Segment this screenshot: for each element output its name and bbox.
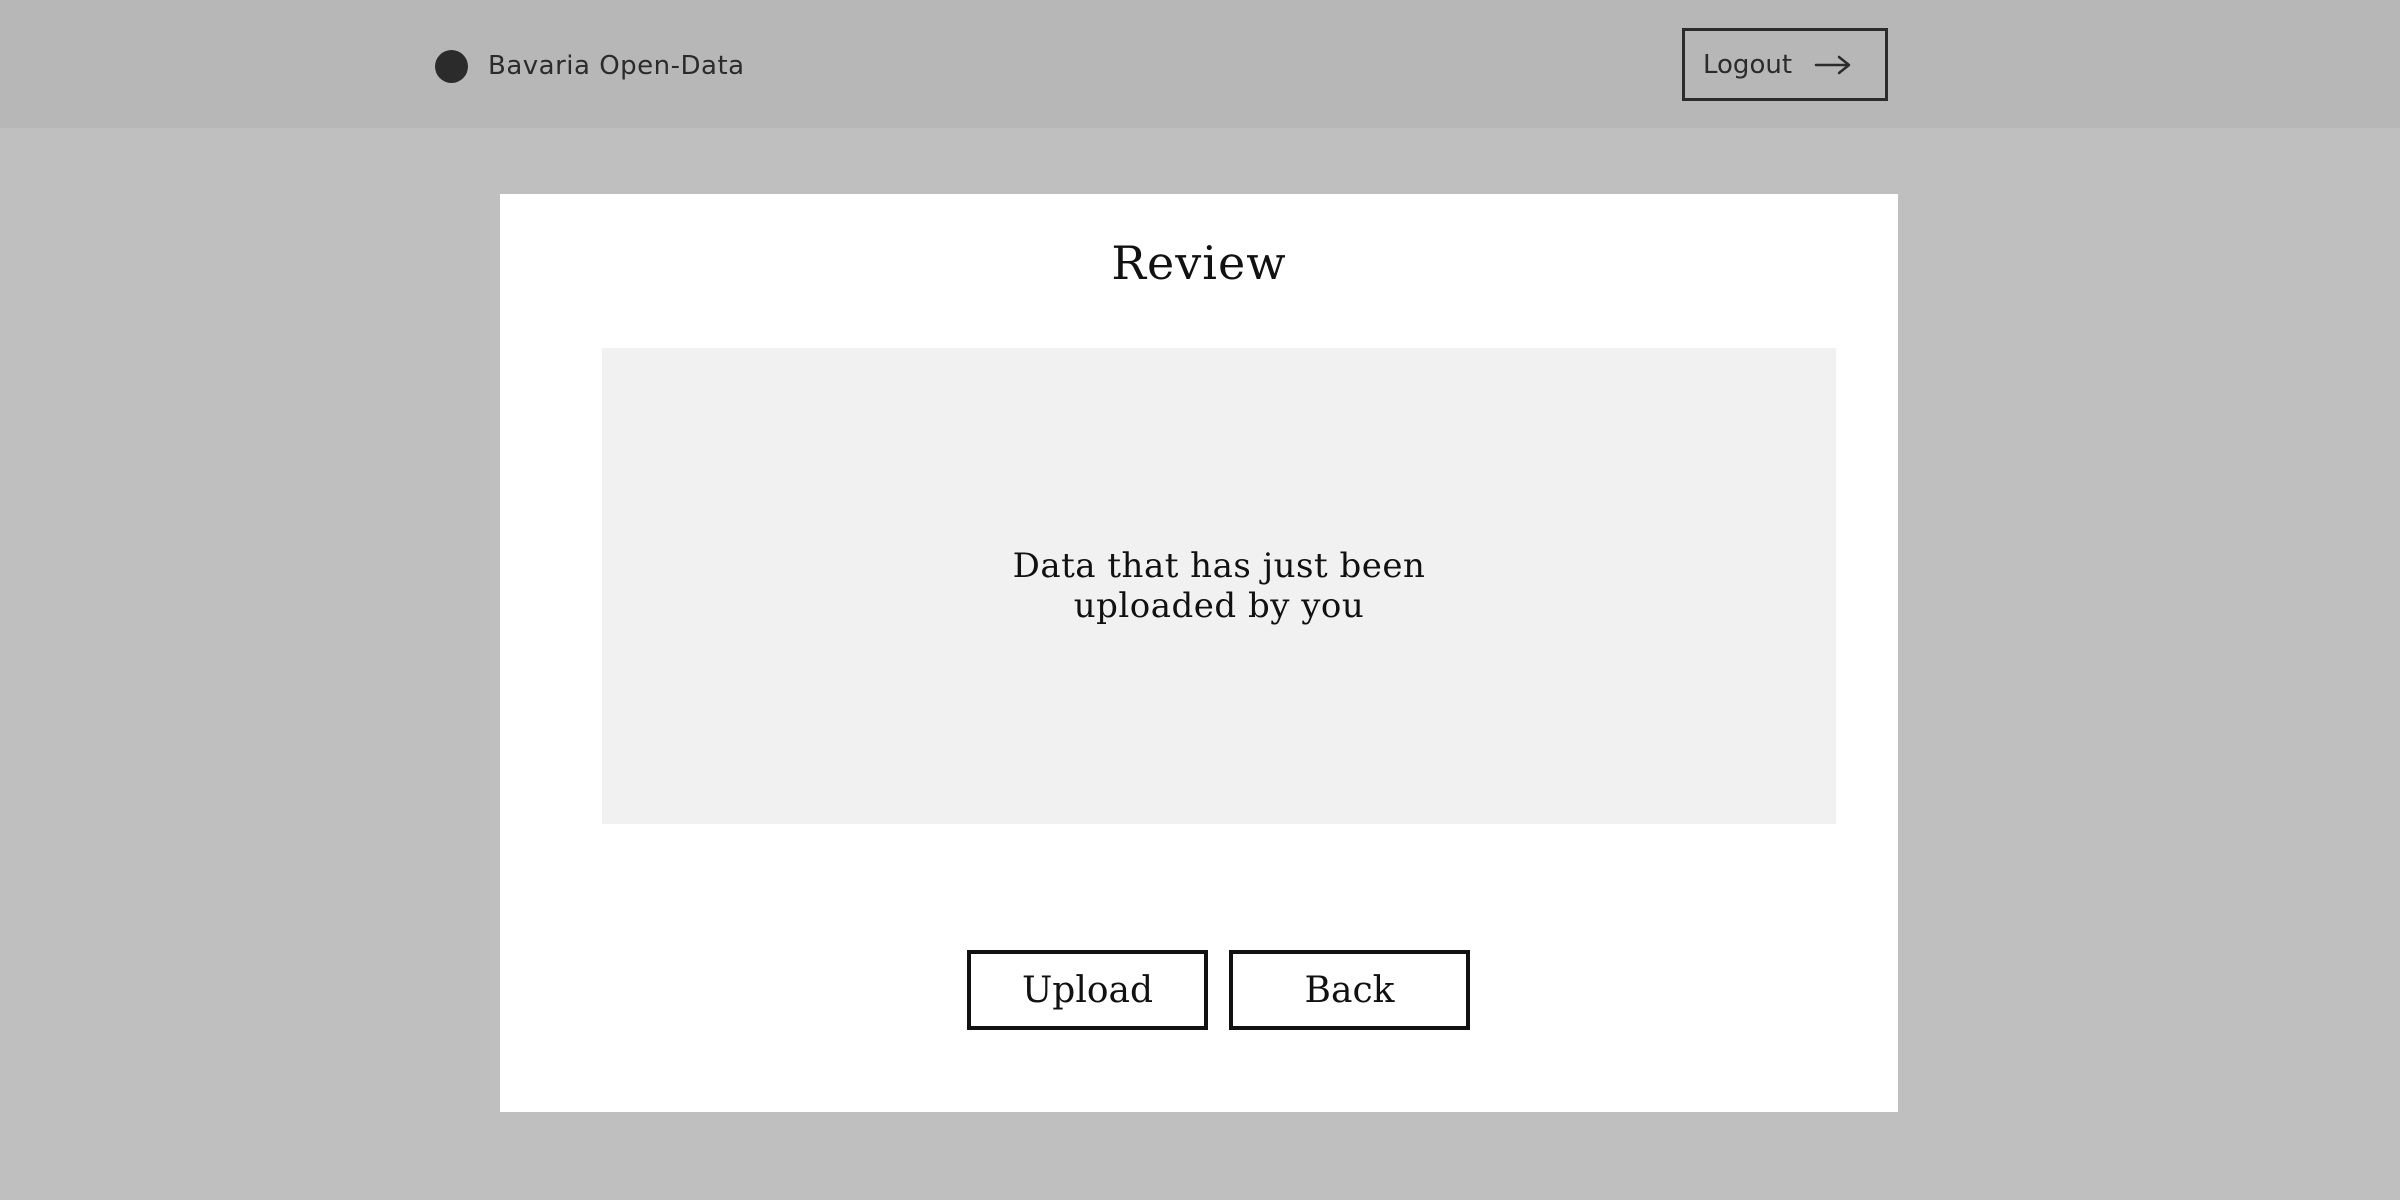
page-title: Review bbox=[1111, 236, 1287, 290]
top-navigation-bar: Bavaria Open-Data Logout bbox=[0, 0, 2400, 128]
arrow-right-icon bbox=[1814, 55, 1851, 74]
review-card: Review Data that has just been uploaded … bbox=[500, 194, 1898, 1112]
brand-logo-icon bbox=[435, 49, 468, 83]
logout-button[interactable]: Logout bbox=[1682, 28, 1888, 101]
upload-button[interactable]: Upload bbox=[967, 950, 1208, 1030]
brand[interactable]: Bavaria Open-Data bbox=[435, 48, 745, 84]
logout-label: Logout bbox=[1703, 49, 1793, 80]
back-button[interactable]: Back bbox=[1229, 950, 1470, 1030]
uploaded-data-preview: Data that has just been uploaded by you bbox=[602, 348, 1836, 824]
uploaded-data-placeholder: Data that has just been uploaded by you bbox=[1012, 546, 1426, 626]
brand-name: Bavaria Open-Data bbox=[488, 51, 745, 81]
